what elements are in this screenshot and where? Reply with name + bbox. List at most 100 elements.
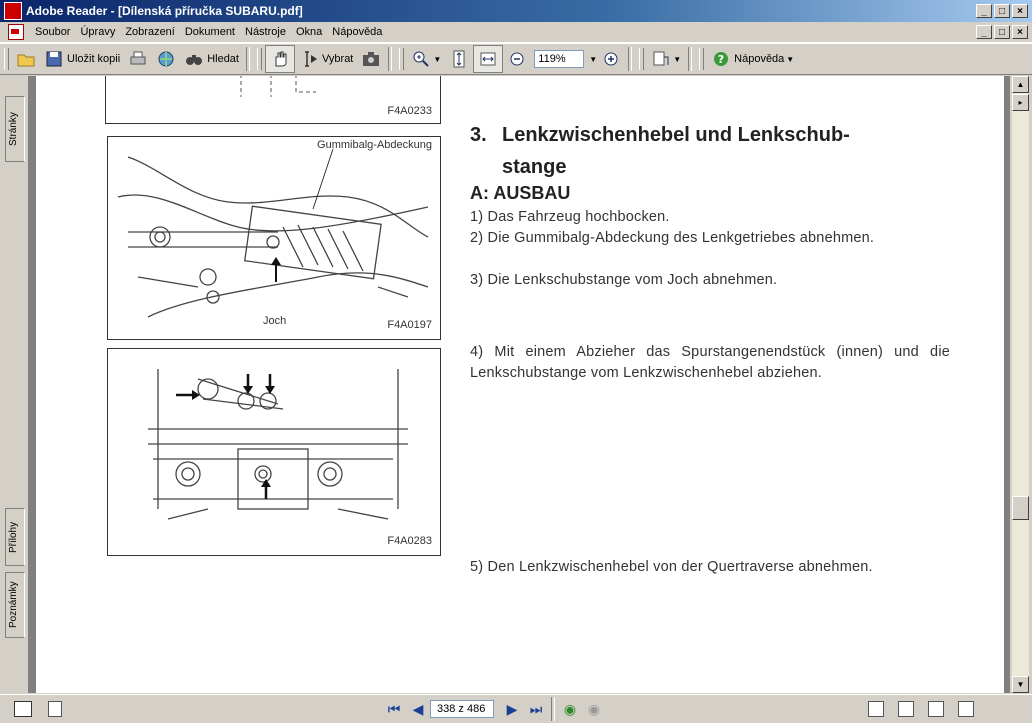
search-label: Hledat	[207, 53, 239, 65]
page-number-input[interactable]: 338 z 486	[430, 700, 494, 718]
help-button[interactable]: ? Nápověda ▼	[707, 46, 798, 72]
email-globe-icon	[156, 49, 176, 69]
page-options-icon[interactable]	[48, 701, 62, 717]
page-rotate-icon	[651, 49, 671, 69]
minus-circle-icon	[507, 49, 527, 69]
menu-help[interactable]: Nápověda	[327, 26, 387, 38]
figure-2-drawing	[148, 369, 408, 520]
single-page-icon[interactable]	[868, 701, 884, 717]
maximize-button[interactable]: □	[994, 4, 1010, 18]
toolbar-grip[interactable]	[399, 48, 405, 70]
tab-pages[interactable]: Stránky	[5, 96, 25, 162]
show-navigation-icon[interactable]	[14, 701, 32, 717]
zoom-dropdown-chevron-icon[interactable]: ▼	[589, 55, 597, 64]
next-page-icon[interactable]: ▶	[500, 701, 524, 718]
facing-icon[interactable]	[928, 701, 944, 717]
navigation-pane-tabs: Stránky Přílohy Poznámky	[0, 76, 28, 693]
printer-icon	[128, 49, 148, 69]
chevron-down-icon[interactable]: ▼	[433, 55, 441, 64]
step-5: 5) Den Lenkzwischenhebel von der Quertra…	[470, 559, 873, 575]
toolbar-grip[interactable]	[4, 48, 9, 70]
toolbar: Uložit kopii Hledat Vybrat ▼ 119% ▼ ▼ ? …	[0, 43, 1032, 75]
select-tool-button[interactable]: Vybrat	[295, 46, 357, 72]
previous-page-icon[interactable]: ◀	[406, 701, 430, 718]
camera-icon	[361, 49, 381, 69]
figure-1-drawing	[117, 148, 429, 318]
help-icon: ?	[711, 49, 731, 69]
toolbar-grip[interactable]	[699, 48, 705, 70]
menu-document[interactable]: Dokument	[180, 26, 240, 38]
section-title-line2: stange	[502, 156, 567, 178]
save-copy-label: Uložit kopii	[67, 53, 121, 65]
minimize-button[interactable]: _	[976, 4, 992, 18]
first-page-icon[interactable]: ⏮	[382, 701, 406, 718]
zoom-level-input[interactable]: 119%	[534, 50, 585, 68]
fit-width-icon	[478, 49, 498, 69]
magnifier-icon	[411, 49, 431, 69]
subheading-ausbau: A: AUSBAU	[470, 183, 571, 203]
pdf-page: F4A0233 Gummibalg-Abdeckung Joch F4A0197…	[36, 76, 1004, 693]
figure-1-code: F4A0197	[387, 319, 432, 331]
doc-minimize-button[interactable]: _	[976, 25, 992, 39]
fit-page-button[interactable]	[445, 46, 473, 72]
step-1: 1) Das Fahrzeug hochbocken.	[470, 209, 670, 225]
menu-file[interactable]: Soubor	[30, 26, 75, 38]
chevron-down-icon[interactable]: ▼	[786, 55, 794, 64]
last-page-icon[interactable]: ⏭	[524, 701, 548, 718]
email-button[interactable]	[152, 46, 180, 72]
doc-maximize-button[interactable]: □	[994, 25, 1010, 39]
zoom-in-tool-button[interactable]: ▼	[407, 46, 445, 72]
binoculars-icon	[184, 49, 204, 69]
menu-view[interactable]: Zobrazení	[120, 26, 180, 38]
scroll-up-button[interactable]: ▲	[1012, 76, 1029, 93]
hand-tool-button[interactable]	[264, 45, 295, 73]
vertical-scrollbar[interactable]: ▲ ▸ ▼	[1012, 76, 1029, 693]
toolbar-grip[interactable]	[256, 48, 262, 70]
adobe-reader-icon	[4, 2, 22, 20]
document-icon[interactable]	[8, 24, 24, 40]
menu-tools[interactable]: Nástroje	[240, 26, 291, 38]
rotate-view-button[interactable]: ▼	[647, 46, 685, 72]
figure-2-code: F4A0283	[387, 535, 432, 547]
split-view-button[interactable]: ▸	[1012, 94, 1029, 111]
figure-top: F4A0233	[105, 76, 441, 124]
hand-icon	[270, 49, 290, 69]
toolbar-grip[interactable]	[639, 48, 645, 70]
open-folder-icon	[16, 49, 36, 69]
zoom-out-button[interactable]	[503, 46, 531, 72]
toolbar-separator	[688, 47, 693, 71]
figure-1: Gummibalg-Abdeckung Joch F4A0197	[107, 136, 441, 340]
previous-view-icon[interactable]: ◉	[558, 701, 582, 718]
figure-1-callout: Gummibalg-Abdeckung	[317, 139, 432, 151]
tab-comments[interactable]: Poznámky	[5, 572, 25, 638]
figure-2: F4A0283	[107, 348, 441, 556]
continuous-facing-icon[interactable]	[958, 701, 974, 717]
document-view: F4A0233 Gummibalg-Abdeckung Joch F4A0197…	[28, 76, 1010, 693]
scroll-thumb[interactable]	[1012, 496, 1029, 520]
step-4: 4) Mit einem Abzieher das Spurstangenend…	[470, 344, 950, 381]
search-button[interactable]: Hledat	[180, 46, 243, 72]
menu-edit[interactable]: Úpravy	[75, 26, 120, 38]
fit-page-icon	[449, 49, 469, 69]
tab-attachments[interactable]: Přílohy	[5, 508, 25, 566]
toolbar-separator	[388, 47, 393, 71]
snapshot-button[interactable]	[357, 46, 385, 72]
scroll-down-button[interactable]: ▼	[1012, 676, 1029, 693]
save-copy-button[interactable]: Uložit kopii	[40, 46, 124, 72]
continuous-icon[interactable]	[898, 701, 914, 717]
doc-close-button[interactable]: ×	[1012, 25, 1028, 39]
print-button[interactable]	[124, 46, 152, 72]
fit-width-button[interactable]	[473, 45, 504, 73]
next-view-icon[interactable]: ◉	[582, 701, 606, 718]
open-button[interactable]	[12, 46, 40, 72]
title-bar: Adobe Reader - [Dílenská příručka SUBARU…	[0, 0, 1032, 22]
figure-top-code: F4A0233	[387, 105, 432, 117]
section-title-line1: Lenkzwischenhebel und Lenkschub-	[502, 124, 850, 146]
toolbar-separator	[628, 47, 633, 71]
svg-text:?: ?	[718, 53, 724, 66]
close-button[interactable]: ×	[1012, 4, 1028, 18]
status-bar: ⏮ ◀ 338 z 486 ▶ ⏭ ◉ ◉	[0, 694, 1032, 723]
zoom-in-button[interactable]	[597, 46, 625, 72]
chevron-down-icon[interactable]: ▼	[673, 55, 681, 64]
menu-window[interactable]: Okna	[291, 26, 327, 38]
